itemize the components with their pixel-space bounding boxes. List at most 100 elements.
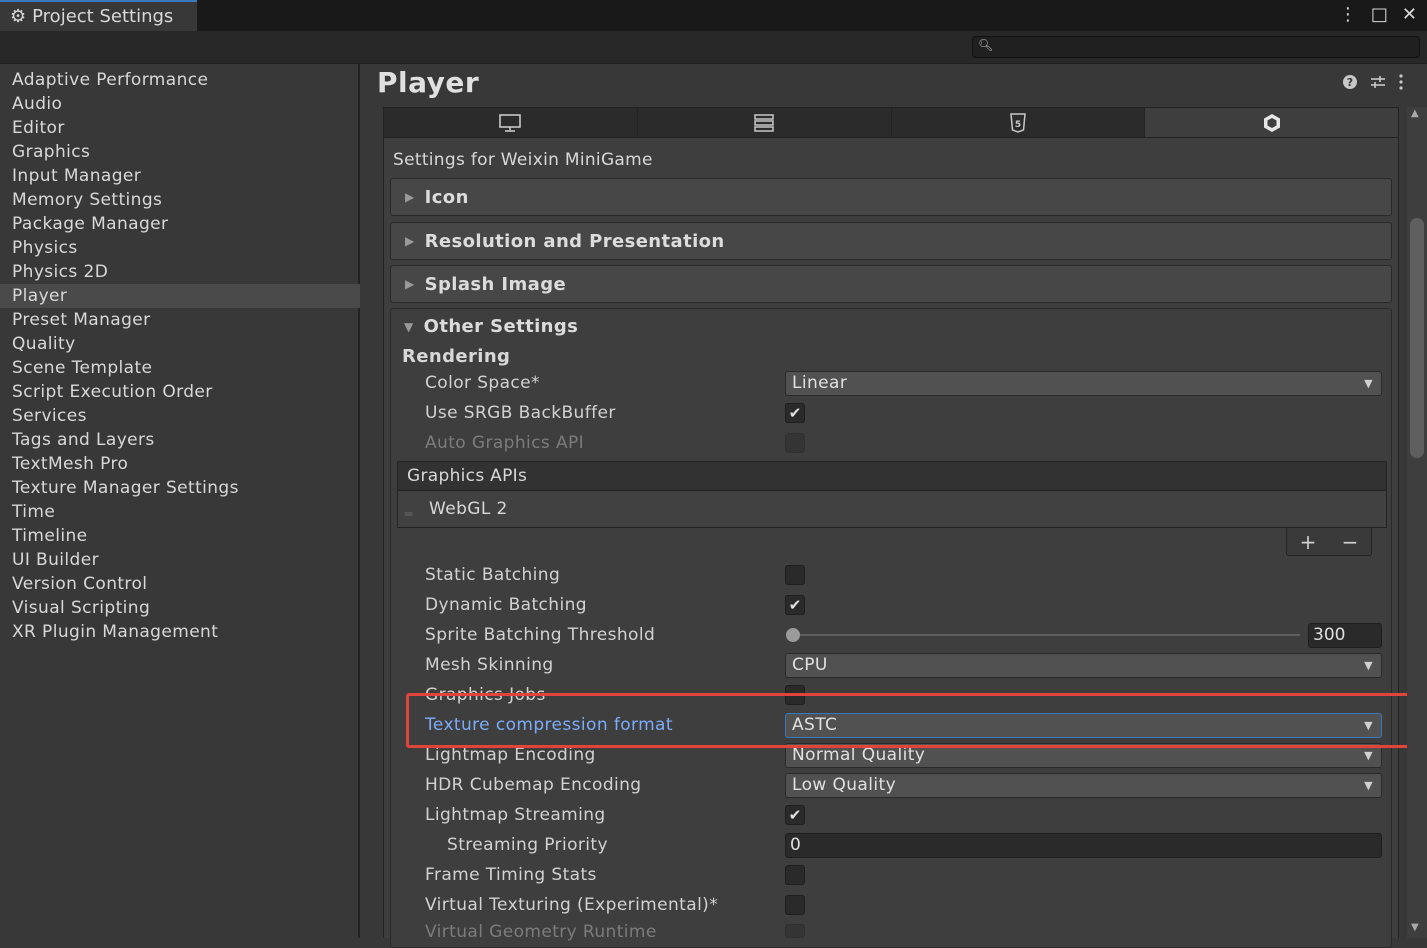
- dropdown-arrow-icon: ▼: [1364, 779, 1373, 792]
- sidebar-item-quality[interactable]: Quality: [0, 332, 360, 356]
- sidebar-item-time[interactable]: Time: [0, 500, 360, 524]
- use-srgb-checkbox[interactable]: ✔: [785, 403, 805, 423]
- tab-minigame[interactable]: [1145, 108, 1398, 137]
- server-icon: [754, 113, 774, 132]
- dynamic-batching-label: Dynamic Batching: [425, 595, 587, 615]
- sidebar-item-preset-manager[interactable]: Preset Manager: [0, 308, 360, 332]
- foldout-other-settings[interactable]: ▼ Other Settings: [404, 316, 578, 337]
- frame-timing-label: Frame Timing Stats: [425, 865, 597, 885]
- dynamic-batching-checkbox[interactable]: ✔: [785, 595, 805, 615]
- window-controls: ⋮ □ ✕: [1339, 4, 1417, 25]
- sidebar-item-player[interactable]: Player: [0, 284, 360, 308]
- mesh-skinning-dropdown[interactable]: CPU ▼: [785, 653, 1382, 678]
- foldout-label: Splash Image: [424, 273, 567, 295]
- sidebar-item-version-control[interactable]: Version Control: [0, 572, 360, 596]
- streaming-priority-label: Streaming Priority: [447, 835, 608, 855]
- sidebar-item-services[interactable]: Services: [0, 404, 360, 428]
- collapsed-triangle-icon: ▶: [405, 277, 415, 291]
- use-srgb-label: Use SRGB BackBuffer: [425, 403, 616, 423]
- sidebar-item-texture-manager-settings[interactable]: Texture Manager Settings: [0, 476, 360, 500]
- remove-icon[interactable]: −: [1342, 530, 1359, 554]
- sidebar-item-physics[interactable]: Physics: [0, 236, 360, 260]
- more-menu-icon[interactable]: ⋮: [1339, 4, 1357, 25]
- add-icon[interactable]: +: [1300, 530, 1317, 554]
- dropdown-arrow-icon: ▼: [1364, 659, 1373, 672]
- sidebar-list: Adaptive Performance Audio Editor Graphics I…: [0, 68, 360, 644]
- foldout-splash[interactable]: ▶ Splash Image: [390, 265, 1392, 303]
- dropdown-value: Low Quality: [792, 775, 897, 795]
- color-space-dropdown[interactable]: Linear ▼: [785, 371, 1382, 396]
- help-icon[interactable]: ?: [1342, 74, 1358, 90]
- collapsed-triangle-icon: ▶: [405, 190, 415, 204]
- graphics-apis-list: [397, 491, 1387, 528]
- maximize-icon[interactable]: □: [1371, 4, 1388, 25]
- dropdown-arrow-icon: ▼: [1364, 377, 1373, 390]
- tab-standalone[interactable]: [384, 108, 638, 137]
- page-title: Player: [377, 66, 480, 99]
- streaming-priority-field[interactable]: 0: [785, 833, 1382, 858]
- highlight-box: [406, 693, 1413, 748]
- scroll-up-icon[interactable]: ▲: [1411, 108, 1419, 119]
- header-icons: ?: [1342, 74, 1404, 90]
- scrollbar-thumb[interactable]: [1410, 218, 1424, 458]
- sidebar-item-memory-settings[interactable]: Memory Settings: [0, 188, 360, 212]
- virtual-geometry-checkbox[interactable]: [785, 924, 805, 938]
- sidebar-item-timeline[interactable]: Timeline: [0, 524, 360, 548]
- sidebar-item-textmesh-pro[interactable]: TextMesh Pro: [0, 452, 360, 476]
- sidebar-item-graphics[interactable]: Graphics: [0, 140, 360, 164]
- sidebar-item-scene-template[interactable]: Scene Template: [0, 356, 360, 380]
- graphics-apis-header: Graphics APIs: [397, 461, 1387, 491]
- foldout-icon[interactable]: ▶ Icon: [390, 178, 1392, 216]
- sidebar-item-package-manager[interactable]: Package Manager: [0, 212, 360, 236]
- sidebar-item-physics-2d[interactable]: Physics 2D: [0, 260, 360, 284]
- collapsed-triangle-icon: ▶: [405, 234, 415, 248]
- sidebar-item-adaptive-performance[interactable]: Adaptive Performance: [0, 68, 360, 92]
- sidebar-item-input-manager[interactable]: Input Manager: [0, 164, 360, 188]
- sidebar-item-xr-plugin-management[interactable]: XR Plugin Management: [0, 620, 360, 644]
- sidebar-item-tags-and-layers[interactable]: Tags and Layers: [0, 428, 360, 452]
- sidebar-item-ui-builder[interactable]: UI Builder: [0, 548, 360, 572]
- search-input[interactable]: [972, 36, 1420, 58]
- static-batching-label: Static Batching: [425, 565, 561, 585]
- monitor-icon: [499, 113, 522, 132]
- drag-handle-icon[interactable]: ═: [405, 507, 412, 521]
- virtual-geometry-label: Virtual Geometry Runtime: [425, 922, 657, 942]
- sidebar-item-audio[interactable]: Audio: [0, 92, 360, 116]
- sprite-batching-value-field[interactable]: 300: [1308, 623, 1382, 648]
- foldout-label: Other Settings: [423, 316, 579, 337]
- expanded-triangle-icon: ▼: [404, 319, 414, 334]
- virtual-texturing-checkbox[interactable]: [785, 895, 805, 915]
- checkmark-icon: ✔: [788, 806, 802, 824]
- gear-icon: ⚙: [10, 6, 27, 27]
- checkmark-icon: ✔: [788, 596, 802, 614]
- platform-tabs: 5: [383, 107, 1399, 138]
- search-icon: 🔍︎: [978, 38, 994, 52]
- static-batching-checkbox[interactable]: [785, 565, 805, 585]
- dropdown-value: CPU: [792, 655, 828, 675]
- preset-sliders-icon[interactable]: [1370, 74, 1386, 90]
- hdr-cubemap-dropdown[interactable]: Low Quality ▼: [785, 773, 1382, 798]
- tab-server[interactable]: [637, 108, 892, 137]
- sidebar-item-editor[interactable]: Editor: [0, 116, 360, 140]
- scroll-down-icon[interactable]: ▼: [1411, 922, 1419, 933]
- dropdown-value: Linear: [792, 373, 848, 393]
- lightmap-streaming-checkbox[interactable]: ✔: [785, 805, 805, 825]
- foldout-resolution[interactable]: ▶ Resolution and Presentation: [390, 222, 1392, 260]
- list-add-remove: + −: [1286, 528, 1372, 556]
- close-icon[interactable]: ✕: [1402, 4, 1417, 25]
- project-settings-tab[interactable]: ⚙ Project Settings: [0, 0, 197, 31]
- virtual-texturing-label: Virtual Texturing (Experimental)*: [425, 895, 719, 915]
- sprite-batching-label: Sprite Batching Threshold: [425, 625, 656, 645]
- settings-for-label: Settings for Weixin MiniGame: [393, 150, 653, 170]
- svg-text:?: ?: [1347, 76, 1353, 89]
- frame-timing-checkbox[interactable]: [785, 865, 805, 885]
- hdr-cubemap-label: HDR Cubemap Encoding: [425, 775, 642, 795]
- tab-webgl[interactable]: 5: [891, 108, 1146, 137]
- sidebar-item-visual-scripting[interactable]: Visual Scripting: [0, 596, 360, 620]
- list-item[interactable]: WebGL 2: [429, 499, 508, 519]
- sprite-batching-slider-track[interactable]: [792, 634, 1300, 636]
- rendering-header: Rendering: [402, 346, 511, 367]
- slider-handle[interactable]: [786, 628, 800, 642]
- sidebar-item-script-execution-order[interactable]: Script Execution Order: [0, 380, 360, 404]
- more-options-icon[interactable]: [1398, 74, 1404, 90]
